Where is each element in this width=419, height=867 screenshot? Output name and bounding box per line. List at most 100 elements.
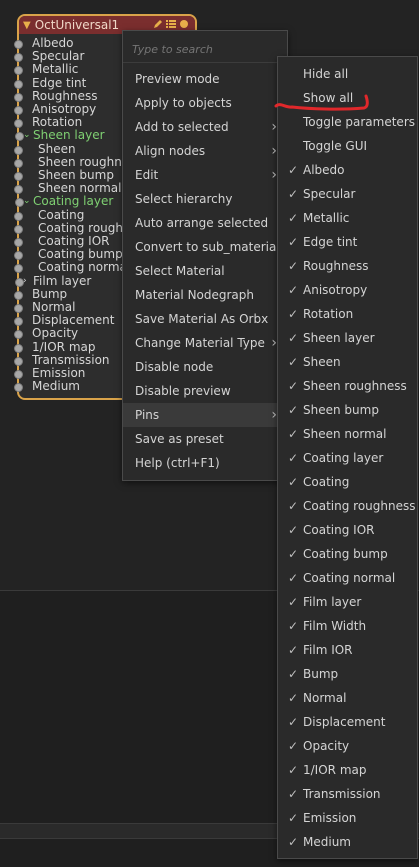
pin-toggle-item[interactable]: ✓ Displacement (278, 710, 417, 734)
node-pin-row[interactable]: Sheen normal (14, 182, 121, 195)
pin-toggle-item[interactable]: ✓ Sheen layer (278, 326, 417, 350)
pin-toggle-item[interactable]: ✓ Film IOR (278, 638, 417, 662)
pin-connector[interactable] (14, 119, 23, 129)
context-menu-item[interactable]: Auto arrange selected (123, 211, 287, 235)
pin-connector[interactable] (14, 356, 23, 366)
context-menu-item[interactable]: Convert to sub_material (123, 235, 287, 259)
pin-toggle-item[interactable]: ✓ Sheen (278, 350, 417, 374)
node-pin-row[interactable]: Coating norma (14, 261, 127, 274)
node-pin-row[interactable]: Specular (14, 50, 84, 63)
node-pin-row[interactable]: Displacement (14, 314, 115, 327)
pencil-icon[interactable] (153, 19, 163, 29)
pin-toggle-item[interactable]: ✓ Rotation (278, 302, 417, 326)
pin-connector[interactable] (14, 383, 23, 393)
pin-connector[interactable] (14, 211, 23, 221)
pin-connector[interactable] (14, 304, 23, 313)
chevron-right-icon[interactable]: › (23, 275, 27, 288)
node-pin-row[interactable]: › Film layer (15, 274, 91, 288)
pin-toggle-item[interactable]: ✓ Sheen bump (278, 398, 417, 422)
pin-toggle-item[interactable]: ✓ Edge tint (278, 230, 417, 254)
node-pin-row[interactable]: 1/IOR map (14, 340, 95, 354)
node-pin-row[interactable]: Anisotropy (14, 103, 96, 116)
pin-toggle-item[interactable]: ✓ Sheen normal (278, 422, 417, 446)
pin-toggle-item[interactable]: ✓ Transmission (278, 782, 417, 806)
context-menu-item[interactable]: Change Material Type › (123, 331, 287, 355)
pin-toggle-item[interactable]: ✓ Anisotropy (278, 278, 417, 302)
pin-toggle-item[interactable]: ✓ Metallic (278, 206, 417, 230)
context-menu-item[interactable]: Preview mode (123, 67, 287, 91)
pins-action-item[interactable]: Hide all (278, 62, 417, 86)
context-menu-item[interactable]: Select hierarchy (123, 187, 287, 211)
context-menu-item[interactable]: Align nodes › (123, 139, 287, 163)
pin-connector[interactable] (14, 343, 23, 353)
pin-connector[interactable] (14, 106, 23, 115)
context-menu-item[interactable]: Pins › (123, 403, 287, 427)
pin-toggle-item[interactable]: ✓ Coating layer (278, 446, 417, 470)
context-menu-item[interactable]: Add to selected › (123, 115, 287, 139)
pin-toggle-item[interactable]: ✓ Specular (278, 182, 417, 206)
chevron-down-icon[interactable]: ⌄ (23, 129, 31, 142)
pin-toggle-item[interactable]: ✓ Normal (278, 686, 417, 710)
node-pin-row[interactable]: Albedo (14, 37, 74, 50)
node-pin-row[interactable]: Metallic (14, 63, 78, 76)
chevron-down-icon[interactable]: ⌄ (23, 195, 31, 208)
pin-toggle-item[interactable]: ✓ Coating bump (278, 542, 417, 566)
pin-connector[interactable] (14, 172, 23, 181)
node-pin-row[interactable]: ⌄ Coating layer (15, 195, 113, 208)
node-pin-row[interactable]: Opacity (14, 327, 78, 340)
context-menu-item[interactable]: Save as preset (123, 427, 287, 451)
node-pin-row[interactable]: Edge tint (14, 76, 86, 90)
pin-toggle-item[interactable]: ✓ Coating IOR (278, 518, 417, 542)
pin-connector[interactable] (14, 66, 23, 76)
pin-connector[interactable] (14, 370, 23, 379)
pin-toggle-item[interactable]: ✓ Coating roughness (278, 494, 417, 518)
pin-toggle-item[interactable]: ✓ Sheen roughness (278, 374, 417, 398)
list-icon[interactable] (166, 19, 176, 29)
node-pin-row[interactable]: Coating IOR (14, 235, 109, 248)
context-menu-item[interactable]: Edit › (123, 163, 287, 187)
node-pin-row[interactable]: Sheen (14, 142, 76, 156)
pin-toggle-item[interactable]: ✓ Roughness (278, 254, 417, 278)
pin-toggle-item[interactable]: ✓ Opacity (278, 734, 417, 758)
context-menu-item[interactable]: Material Nodegraph (123, 283, 287, 307)
pin-connector[interactable] (14, 238, 23, 247)
pin-toggle-item[interactable]: ✓ Film layer (278, 590, 417, 614)
node-pin-row[interactable]: Coating bump (14, 248, 123, 261)
pins-action-item[interactable]: Toggle GUI (278, 134, 417, 158)
node-pin-row[interactable]: Sheen roughne (14, 155, 129, 169)
pin-toggle-item[interactable]: ✓ Bump (278, 662, 417, 686)
node-pin-row[interactable]: Medium (14, 380, 80, 393)
pin-toggle-item[interactable]: ✓ Medium (278, 830, 417, 854)
pin-connector[interactable] (14, 264, 23, 274)
node-pin-row[interactable]: Emission (14, 367, 85, 380)
node-pin-row[interactable]: Sheen bump (14, 169, 114, 182)
context-menu-item[interactable]: Disable preview (123, 379, 287, 403)
pin-toggle-item[interactable]: ✓ Film Width (278, 614, 417, 638)
context-menu-item[interactable]: Disable node (123, 355, 287, 379)
pin-connector[interactable] (14, 53, 23, 63)
context-menu-item[interactable]: Apply to objects (123, 91, 287, 115)
pin-connector[interactable] (14, 317, 23, 327)
pin-toggle-item[interactable]: ✓ Emission (278, 806, 417, 830)
context-menu-item[interactable]: Select Material (123, 259, 287, 283)
pin-toggle-item[interactable]: ✓ Albedo (278, 158, 417, 182)
node-pin-row[interactable]: Rotation (14, 116, 82, 129)
pin-connector[interactable] (14, 251, 23, 261)
pin-connector[interactable] (14, 40, 23, 49)
pin-connector[interactable] (14, 158, 23, 168)
pin-connector[interactable] (14, 330, 23, 340)
pin-connector[interactable] (14, 79, 23, 89)
pin-connector[interactable] (14, 290, 23, 300)
node-pin-row[interactable]: Normal (14, 301, 75, 314)
node-pin-row[interactable]: Bump (14, 287, 67, 301)
node-pin-row[interactable]: Roughness (14, 89, 97, 103)
search-input[interactable] (130, 39, 284, 59)
context-menu-item[interactable]: Help (ctrl+F1) (123, 451, 287, 475)
node-pin-row[interactable]: Transmission (14, 353, 110, 367)
pin-connector[interactable] (14, 145, 23, 155)
collapse-triangle-icon[interactable]: ▼ (23, 20, 31, 31)
pin-toggle-item[interactable]: ✓ Coating normal (278, 566, 417, 590)
pin-connector[interactable] (14, 224, 23, 234)
node-pin-row[interactable]: Coating rough (14, 221, 123, 235)
pin-toggle-item[interactable]: ✓ Coating (278, 470, 417, 494)
